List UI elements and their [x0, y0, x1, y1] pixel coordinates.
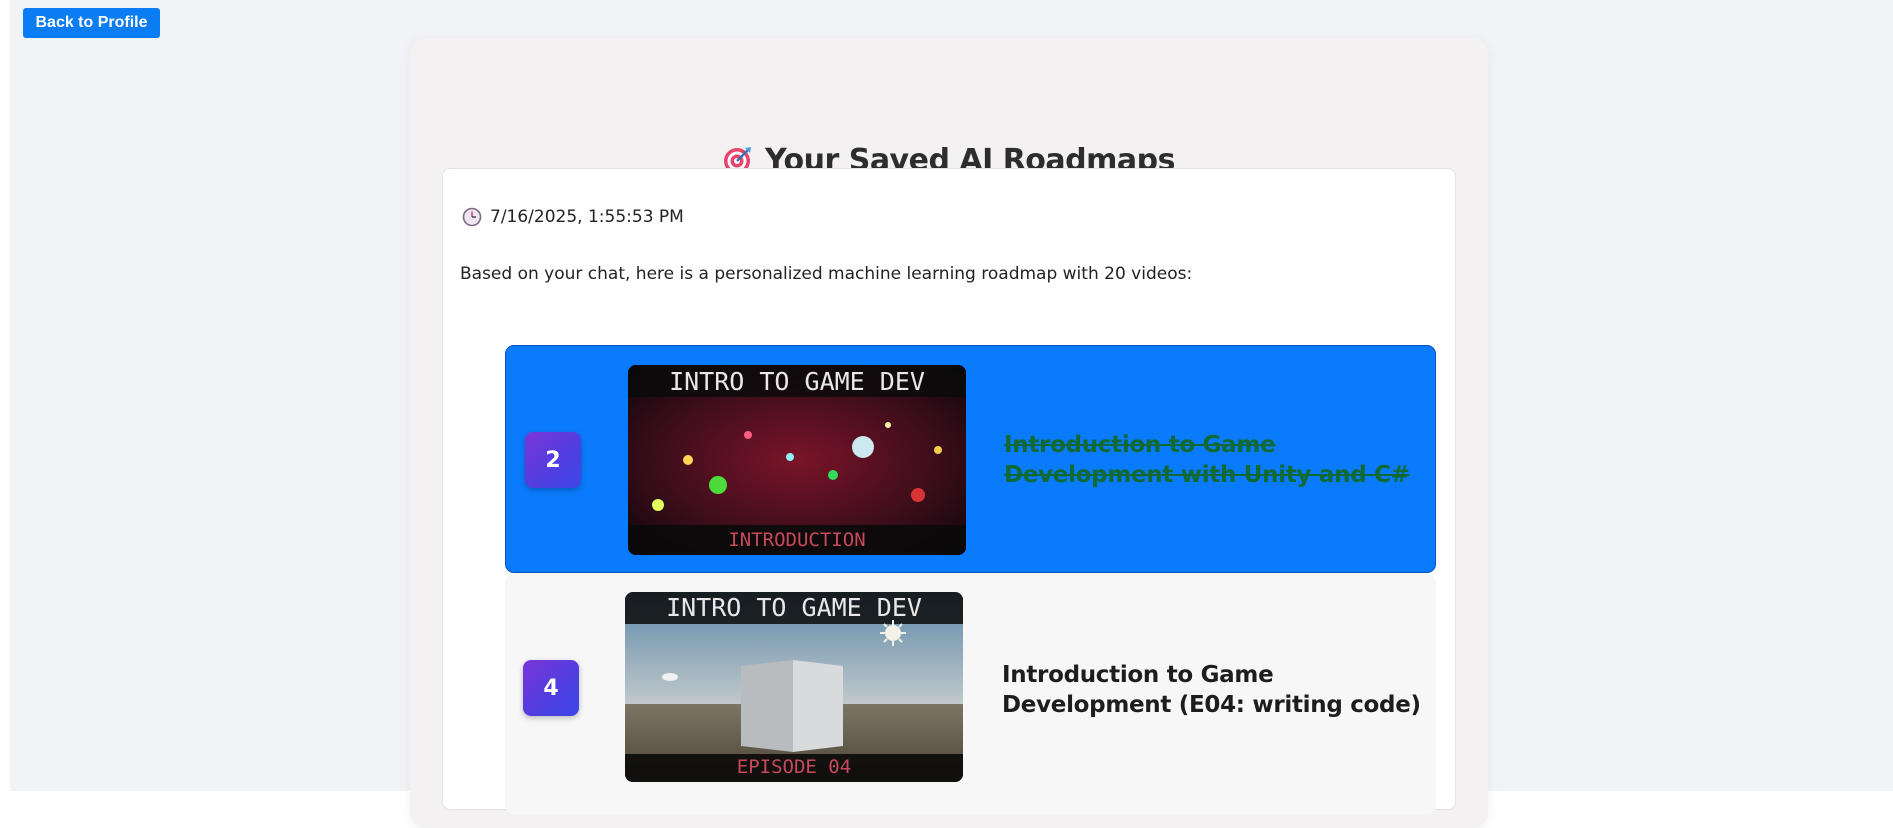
video-item[interactable]: 4 Introduction to Game Development (E04:…	[505, 574, 1436, 814]
thumbnail-bottom-text: EPISODE 04	[736, 756, 852, 778]
video-title[interactable]: Introduction to Game Development (E04: w…	[1002, 660, 1422, 720]
clock-icon	[462, 207, 482, 227]
video-number-badge: 2	[525, 432, 581, 488]
thumbnail-top-text: INTRO TO GAME DEV	[666, 593, 922, 622]
thumbnail-bottom-text: INTRODUCTION	[728, 529, 866, 551]
roadmap-timestamp: 7/16/2025, 1:55:53 PM	[490, 207, 684, 227]
roadmap-timestamp-row: 7/16/2025, 1:55:53 PM	[462, 205, 684, 229]
video-number-badge: 4	[523, 660, 579, 716]
video-item[interactable]: 2 Introduction to Game Development with …	[505, 345, 1436, 573]
thumbnail-top-text: INTRO TO GAME DEV	[669, 367, 925, 396]
back-to-profile-button[interactable]: Back to Profile	[23, 8, 160, 38]
video-title[interactable]: Introduction to Game Development with Un…	[1004, 430, 1424, 490]
roadmap-description: Based on your chat, here is a personaliz…	[460, 264, 1193, 284]
